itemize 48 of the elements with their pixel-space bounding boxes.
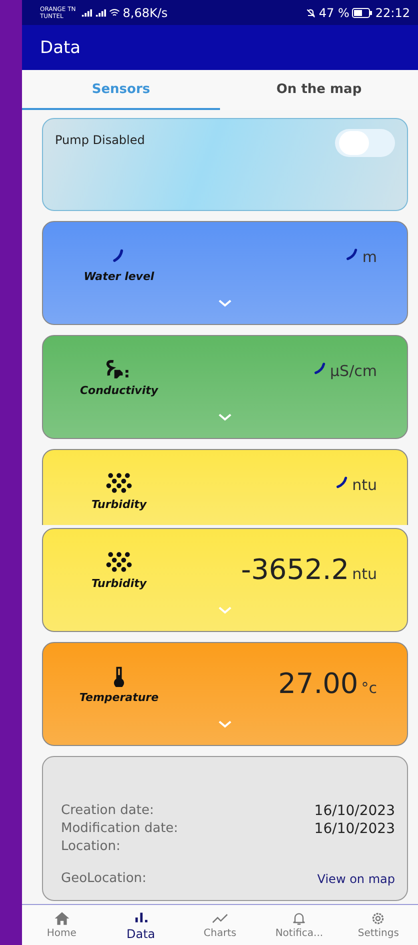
wifi-icon [108, 8, 120, 18]
bell-icon [291, 911, 308, 926]
battery-percent: 47 % [318, 6, 350, 20]
page-title: Data [40, 38, 81, 58]
settings-icon [370, 911, 386, 926]
info-label: Location: [61, 838, 120, 856]
info-value: 16/10/2023 [314, 802, 395, 820]
sensor-name: Turbidity [91, 498, 147, 511]
nav-item[interactable]: Charts [180, 905, 260, 945]
tab[interactable]: Sensors [22, 70, 220, 110]
signal-icon [94, 8, 106, 18]
info-value: 16/10/2023 [314, 820, 395, 838]
home-icon [54, 911, 70, 926]
network-speed: 8,68K/s [122, 6, 168, 20]
muted-bell-icon [304, 8, 316, 18]
info-label: Creation date: [61, 802, 154, 820]
unit-label: °c [361, 679, 377, 697]
nav-item[interactable]: Notifica... [260, 905, 339, 945]
info-label: Modification date: [61, 820, 178, 838]
unit-label: µS/cm [330, 362, 377, 380]
unit-label: ntu [352, 565, 377, 583]
sensor-value: -3652.2 [241, 553, 350, 586]
sensor-name: Turbidity [91, 577, 147, 590]
pump-label: Pump Disabled [55, 133, 145, 147]
signal-icon [80, 8, 92, 18]
nav-item[interactable]: Home [22, 905, 102, 945]
dots-icon [105, 472, 133, 494]
sensor-name: Water level [84, 270, 154, 283]
sensor-name: Conductivity [80, 384, 158, 397]
battery-icon [352, 8, 372, 18]
chevron-down-icon[interactable] [217, 605, 233, 615]
line-chart-icon [212, 911, 228, 926]
chevron-down-icon[interactable] [217, 719, 233, 729]
toggle-switch[interactable] [335, 129, 395, 157]
unit-label: m [362, 248, 377, 266]
tab[interactable]: On the map [220, 70, 418, 110]
clock: 22:12 [375, 6, 410, 20]
sensor-name: Temperature [79, 691, 159, 704]
chevron-down-icon[interactable] [217, 298, 233, 308]
nav-item[interactable]: Settings [338, 905, 418, 945]
map-link[interactable]: View on map [317, 870, 395, 888]
unit-label: ntu [352, 476, 377, 494]
sensor-value: 27.00 [278, 667, 358, 700]
chevron-down-icon[interactable] [217, 412, 233, 422]
bar-chart-icon [132, 910, 149, 924]
dots-icon [105, 551, 133, 573]
nav-item[interactable]: Data [101, 905, 180, 945]
info-label: GeoLocation: [61, 870, 146, 888]
